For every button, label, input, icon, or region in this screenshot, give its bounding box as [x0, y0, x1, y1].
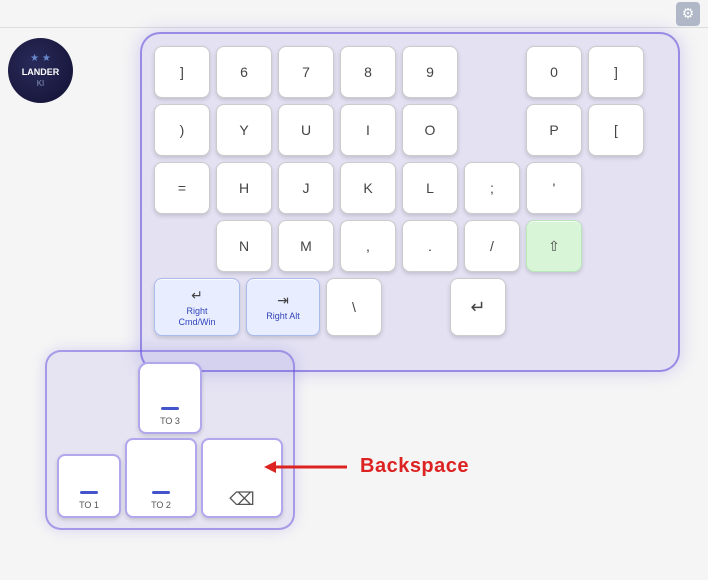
key-to1[interactable]: TO 1 [57, 454, 121, 518]
top-bar: ⚙ [0, 0, 708, 28]
avatar-subtitle: KI [22, 79, 60, 89]
key-to3[interactable]: TO 3 [138, 362, 202, 434]
red-arrow-svg [262, 456, 352, 478]
key-7[interactable]: 7 [278, 46, 334, 98]
avatar: ★ ★ LANDER KI [8, 38, 73, 103]
secondary-row-top: TO 3 [57, 362, 283, 434]
key-k[interactable]: K [340, 162, 396, 214]
key-row-5: ↵ RightCmd/Win ⇥ Right Alt \ ↵ [154, 278, 666, 336]
key-h[interactable]: H [216, 162, 272, 214]
key-bracket-left[interactable]: [ [588, 104, 644, 156]
key-m[interactable]: M [278, 220, 334, 272]
key-period[interactable]: . [402, 220, 458, 272]
key-9[interactable]: 9 [402, 46, 458, 98]
key-0[interactable]: 0 [526, 46, 582, 98]
key-row-2: ) Y U I O P [ [154, 104, 666, 156]
backspace-label: Backspace [360, 455, 469, 478]
key-equals[interactable]: = [154, 162, 210, 214]
key-comma[interactable]: , [340, 220, 396, 272]
key-l[interactable]: L [402, 162, 458, 214]
key-6[interactable]: 6 [216, 46, 272, 98]
key-bracket-right-2[interactable]: ] [588, 46, 644, 98]
backspace-icon: ⌫ [229, 489, 254, 510]
arrow-container: Backspace [262, 455, 469, 478]
key-p[interactable]: P [526, 104, 582, 156]
key-row-3: = H J K L ; ' [154, 162, 666, 214]
secondary-keyboard: TO 3 TO 1 TO 2 ⌫ [57, 362, 283, 518]
to3-label: TO 3 [160, 416, 180, 426]
key-u[interactable]: U [278, 104, 334, 156]
secondary-row-bottom: TO 1 TO 2 ⌫ [57, 438, 283, 518]
key-o[interactable]: O [402, 104, 458, 156]
key-shift-right[interactable]: ⇧ [526, 220, 582, 272]
to1-bar [80, 491, 98, 494]
avatar-title: LANDER [22, 67, 60, 79]
key-8[interactable]: 8 [340, 46, 396, 98]
key-bracket-right-1[interactable]: ] [154, 46, 210, 98]
key-to2[interactable]: TO 2 [125, 438, 197, 518]
to2-label: TO 2 [151, 500, 171, 510]
key-backslash[interactable]: \ [326, 278, 382, 336]
key-backspace[interactable]: ⌫ [201, 438, 283, 518]
key-right-cmd[interactable]: ↵ RightCmd/Win [154, 278, 240, 336]
gear-icon[interactable]: ⚙ [676, 2, 700, 26]
keyboard-area: ] 6 7 8 9 0 ] ) Y U I O P [ = H J K L ; … [140, 32, 680, 372]
key-y[interactable]: Y [216, 104, 272, 156]
key-n[interactable]: N [216, 220, 272, 272]
key-i[interactable]: I [340, 104, 396, 156]
key-right-alt[interactable]: ⇥ Right Alt [246, 278, 320, 336]
key-semicolon[interactable]: ; [464, 162, 520, 214]
key-enter[interactable]: ↵ [450, 278, 506, 336]
key-slash[interactable]: / [464, 220, 520, 272]
secondary-keyboard-wrapper: TO 3 TO 1 TO 2 ⌫ [45, 350, 295, 530]
to1-label: TO 1 [79, 500, 99, 510]
to2-bar [152, 491, 170, 494]
key-row-4: N M , . / ⇧ [154, 220, 666, 272]
key-paren-right[interactable]: ) [154, 104, 210, 156]
key-j[interactable]: J [278, 162, 334, 214]
key-row-1: ] 6 7 8 9 0 ] [154, 46, 666, 98]
to3-bar [161, 407, 179, 410]
key-quote[interactable]: ' [526, 162, 582, 214]
